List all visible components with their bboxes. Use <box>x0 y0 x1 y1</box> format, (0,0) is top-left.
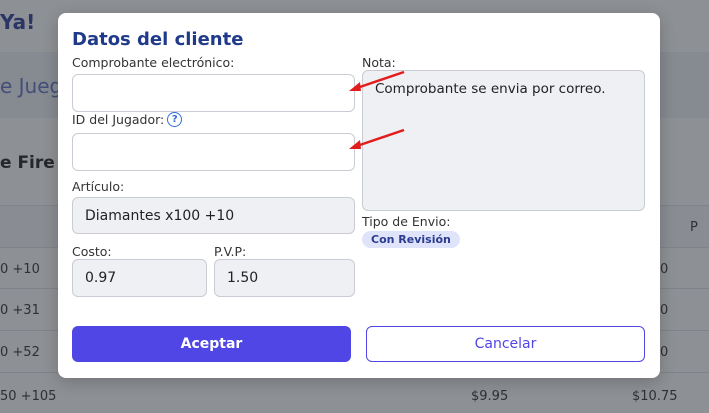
costo-field: 0.97 <box>72 259 207 297</box>
question-circle-icon[interactable]: ? <box>167 112 183 127</box>
shipping-type-badge: Con Revisión <box>362 231 460 248</box>
accept-button[interactable]: Aceptar <box>72 326 351 362</box>
annotation-arrow-1-icon <box>349 70 405 91</box>
modal-title: Datos del cliente <box>72 29 244 50</box>
articulo-label: Artículo: <box>72 179 125 194</box>
articulo-field: Diamantes x100 +10 <box>72 197 355 234</box>
nota-label: Nota: <box>362 55 396 70</box>
id-jugador-label: ID del Jugador: ? <box>72 112 183 127</box>
id-jugador-input[interactable] <box>72 133 355 171</box>
cancel-button[interactable]: Cancelar <box>366 326 645 362</box>
costo-label: Costo: <box>72 244 112 259</box>
comprobante-label: Comprobante electrónico: <box>72 55 235 70</box>
annotation-arrow-2-icon <box>349 128 405 149</box>
pvp-field: 1.50 <box>214 259 355 297</box>
tipo-envio-label: Tipo de Envio: <box>362 214 451 229</box>
pvp-label: P.V.P: <box>214 244 247 259</box>
customer-data-modal: Datos del cliente Comprobante electrónic… <box>58 13 660 378</box>
comprobante-input[interactable] <box>72 74 355 112</box>
